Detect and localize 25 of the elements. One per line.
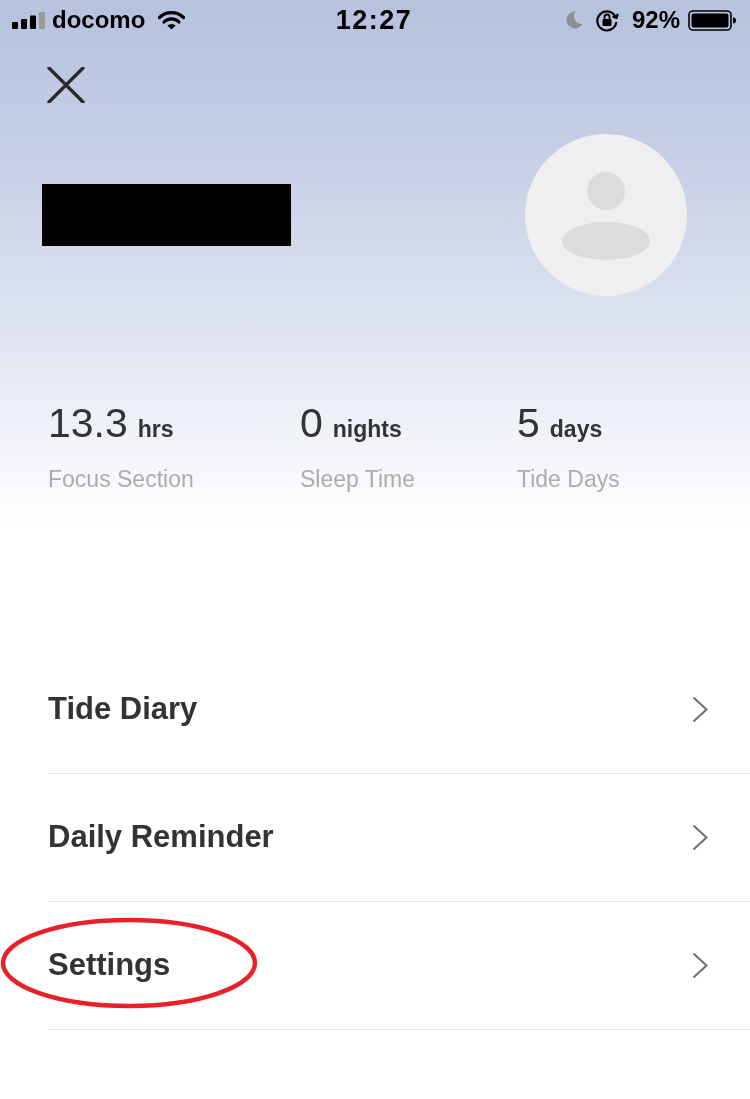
stat-unit: days	[549, 415, 603, 444]
stat-value: 5	[517, 400, 540, 446]
menu-item[interactable]: Daily Reminder	[48, 774, 750, 902]
status-time: 12:27	[335, 6, 413, 34]
moon-icon	[565, 11, 583, 29]
stat-value: 0	[300, 400, 323, 446]
stat-label: Tide Days	[517, 464, 620, 493]
battery-percentage: 92%	[631, 8, 680, 32]
stat-label: Sleep Time	[300, 464, 417, 493]
stat-unit: nights	[332, 415, 402, 444]
wifi-icon	[158, 10, 186, 30]
stat-unit: hrs	[137, 415, 174, 444]
chevron-right-icon	[692, 696, 708, 723]
menu-item[interactable]: Settings	[48, 902, 750, 1030]
signal-bars-icon	[12, 11, 45, 29]
rotation-lock-icon	[594, 8, 619, 32]
stat-value: 13.3	[48, 400, 128, 446]
menu-item[interactable]: Tide Diary	[48, 646, 750, 774]
chevron-right-icon	[692, 952, 708, 979]
stat-label: Focus Section	[48, 464, 195, 493]
carrier-name: docomo	[52, 8, 146, 32]
chevron-right-icon	[692, 824, 708, 851]
battery-icon	[688, 9, 736, 31]
close-icon	[47, 67, 85, 103]
close-button[interactable]	[45, 65, 87, 105]
